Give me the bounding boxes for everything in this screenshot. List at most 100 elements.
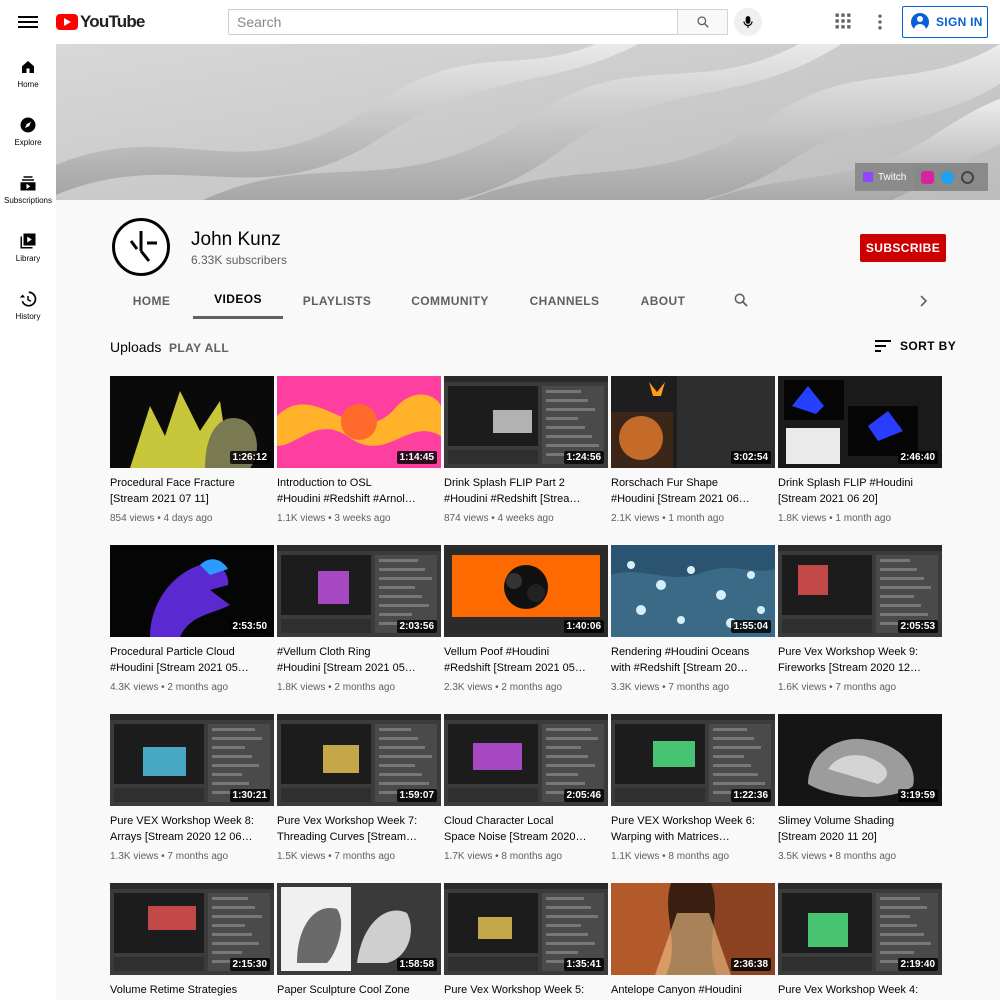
video-title-line: Pure Vex Workshop Week 4: xyxy=(778,984,919,996)
video-thumbnail[interactable]: 1:58:58 xyxy=(277,883,441,975)
video-thumbnail[interactable]: 1:55:04 xyxy=(611,545,775,637)
tab-playlists[interactable]: PLAYLISTS xyxy=(293,282,381,319)
video-card[interactable]: 2:46:40 Drink Splash FLIP #Houdini [Stream… xyxy=(778,376,942,524)
video-thumbnail[interactable]: 1:59:07 xyxy=(277,714,441,806)
video-thumbnail[interactable]: 3:02:54 xyxy=(611,376,775,468)
video-card[interactable]: 1:59:07 Pure Vex Workshop Week 7: Threadin… xyxy=(277,714,441,862)
more-vert-icon[interactable] xyxy=(870,11,890,33)
video-thumbnail[interactable]: 1:40:06 xyxy=(444,545,608,637)
tab-home[interactable]: HOME xyxy=(110,282,193,319)
video-title[interactable]: Antelope Canyon #Houdini xyxy=(611,983,775,1000)
video-thumbnail[interactable]: 2:15:30 xyxy=(110,883,274,975)
sort-by-button[interactable]: SORT BY xyxy=(875,339,956,353)
video-duration: 3:19:59 xyxy=(897,789,938,802)
video-card[interactable]: 2:15:30 Volume Retime Strategies xyxy=(110,883,274,1000)
video-card[interactable]: 2:05:53 Pure Vex Workshop Week 9: Firework… xyxy=(778,545,942,693)
video-thumbnail[interactable]: 2:46:40 xyxy=(778,376,942,468)
video-title[interactable]: Drink Splash FLIP Part 2 #Houdini #Redshi… xyxy=(444,476,608,507)
video-title[interactable]: Volume Retime Strategies xyxy=(110,983,274,1000)
twitter-icon[interactable] xyxy=(941,170,955,184)
rail-item-explore[interactable]: Explore xyxy=(0,102,56,160)
subscribe-button[interactable]: SUBSCRIBE xyxy=(860,234,946,262)
voice-search-button[interactable] xyxy=(734,8,762,36)
upload-age: 2 months ago xyxy=(334,682,396,693)
video-title[interactable]: Paper Sculpture Cool Zone xyxy=(277,983,441,1000)
video-card[interactable]: 1:58:58 Paper Sculpture Cool Zone xyxy=(277,883,441,1000)
view-count: 2.3K views xyxy=(444,682,493,693)
sign-in-button[interactable]: SIGN IN xyxy=(902,6,988,38)
video-title[interactable]: Procedural Face Fracture [Stream 2021 07 … xyxy=(110,476,274,507)
video-card[interactable]: 2:05:46 Cloud Character Local Space Noise … xyxy=(444,714,608,862)
rail-item-library[interactable]: Library xyxy=(0,218,56,276)
video-thumbnail[interactable]: 2:36:38 xyxy=(611,883,775,975)
video-title[interactable]: Rendering #Houdini Oceans with #Redshift … xyxy=(611,645,775,676)
video-title-line: Pure VEX Workshop Week 8: xyxy=(110,815,254,827)
video-title[interactable]: Cloud Character Local Space Noise [Stream… xyxy=(444,814,608,845)
channel-avatar[interactable] xyxy=(112,218,170,276)
twitch-link[interactable]: Twitch xyxy=(855,163,915,191)
video-card[interactable]: 1:26:12 Procedural Face Fracture [Stream 2… xyxy=(110,376,274,524)
video-title[interactable]: Pure Vex Workshop Week 9: Fireworks [Stre… xyxy=(778,645,942,676)
video-thumbnail[interactable]: 2:19:40 xyxy=(778,883,942,975)
video-card[interactable]: 2:03:56 #Vellum Cloth Ring #Houdini [Strea… xyxy=(277,545,441,693)
rail-item-history[interactable]: History xyxy=(0,276,56,334)
video-card[interactable]: 2:19:40 Pure Vex Workshop Week 4: xyxy=(778,883,942,1000)
apps-grid-icon[interactable] xyxy=(833,11,853,31)
channel-search-icon[interactable] xyxy=(733,292,749,308)
video-title[interactable]: Procedural Particle Cloud #Houdini [Strea… xyxy=(110,645,274,676)
video-title[interactable]: #Vellum Cloth Ring #Houdini [Stream 2021 … xyxy=(277,645,441,676)
rail-item-subscriptions[interactable]: Subscriptions xyxy=(0,160,56,218)
video-thumbnail[interactable]: 1:14:45 xyxy=(277,376,441,468)
rail-item-label: Home xyxy=(17,80,39,89)
more-links-icon[interactable] xyxy=(961,170,975,184)
video-card[interactable]: 1:24:56 Drink Splash FLIP Part 2 #Houdini … xyxy=(444,376,608,524)
video-thumbnail[interactable]: 1:35:41 xyxy=(444,883,608,975)
video-thumbnail[interactable]: 3:19:59 xyxy=(778,714,942,806)
video-thumbnail[interactable]: 2:05:53 xyxy=(778,545,942,637)
video-title[interactable]: Slimey Volume Shading [Stream 2020 11 20] xyxy=(778,814,942,845)
video-card[interactable]: 2:53:50 Procedural Particle Cloud #Houdini… xyxy=(110,545,274,693)
video-thumbnail[interactable]: 2:03:56 xyxy=(277,545,441,637)
play-all-button[interactable]: PLAY ALL xyxy=(169,341,229,355)
tab-videos[interactable]: VIDEOS xyxy=(193,282,283,319)
view-count: 4.3K views xyxy=(110,682,159,693)
rail-item-home[interactable]: Home xyxy=(0,44,56,102)
video-card[interactable]: 3:19:59 Slimey Volume Shading [Stream 2020… xyxy=(778,714,942,862)
view-count: 1.1K views xyxy=(611,851,660,862)
search-input[interactable]: Search xyxy=(228,9,678,35)
video-title[interactable]: Drink Splash FLIP #Houdini [Stream 2021 0… xyxy=(778,476,942,507)
video-thumbnail[interactable]: 1:22:36 xyxy=(611,714,775,806)
video-thumbnail[interactable]: 1:24:56 xyxy=(444,376,608,468)
video-title[interactable]: Pure Vex Workshop Week 4: xyxy=(778,983,942,1000)
tab-channels[interactable]: CHANNELS xyxy=(522,282,607,319)
video-title[interactable]: Rorschach Fur Shape #Houdini [Stream 2021… xyxy=(611,476,775,507)
video-thumbnail[interactable]: 1:26:12 xyxy=(110,376,274,468)
video-card[interactable]: 1:55:04 Rendering #Houdini Oceans with #Re… xyxy=(611,545,775,693)
video-card[interactable]: 3:02:54 Rorschach Fur Shape #Houdini [Stre… xyxy=(611,376,775,524)
video-title[interactable]: Introduction to OSL #Houdini #Redshift #A… xyxy=(277,476,441,507)
youtube-logo[interactable]: YouTube xyxy=(56,12,145,32)
menu-icon[interactable] xyxy=(18,13,38,31)
video-title[interactable]: Vellum Poof #Houdini #Redshift [Stream 20… xyxy=(444,645,608,676)
video-thumbnail[interactable]: 2:05:46 xyxy=(444,714,608,806)
video-title[interactable]: Pure Vex Workshop Week 7: Threading Curve… xyxy=(277,814,441,845)
search-button[interactable] xyxy=(677,9,728,35)
video-card[interactable]: 1:35:41 Pure Vex Workshop Week 5: xyxy=(444,883,608,1000)
video-thumbnail[interactable]: 1:30:21 xyxy=(110,714,274,806)
tab-about[interactable]: ABOUT xyxy=(632,282,694,319)
video-card[interactable]: 1:22:36 Pure VEX Workshop Week 6: Warping … xyxy=(611,714,775,862)
video-card[interactable]: 1:40:06 Vellum Poof #Houdini #Redshift [St… xyxy=(444,545,608,693)
video-card[interactable]: 1:30:21 Pure VEX Workshop Week 8: Arrays [… xyxy=(110,714,274,862)
tab-community[interactable]: COMMUNITY xyxy=(405,282,495,319)
video-title[interactable]: Pure VEX Workshop Week 8: Arrays [Stream … xyxy=(110,814,274,845)
chevron-right-icon[interactable] xyxy=(917,294,929,308)
video-title[interactable]: Pure Vex Workshop Week 5: xyxy=(444,983,608,1000)
video-card[interactable]: 2:36:38 Antelope Canyon #Houdini xyxy=(611,883,775,1000)
video-card[interactable]: 1:14:45 Introduction to OSL #Houdini #Reds… xyxy=(277,376,441,524)
instagram-icon[interactable] xyxy=(921,170,935,184)
video-thumbnail[interactable]: 2:53:50 xyxy=(110,545,274,637)
video-metadata: 854 views • 4 days ago xyxy=(110,513,274,524)
video-title[interactable]: Pure VEX Workshop Week 6: Warping with Ma… xyxy=(611,814,775,845)
upload-age: 2 months ago xyxy=(501,682,563,693)
video-title-line: [Stream 2021 07 11] xyxy=(110,492,209,505)
